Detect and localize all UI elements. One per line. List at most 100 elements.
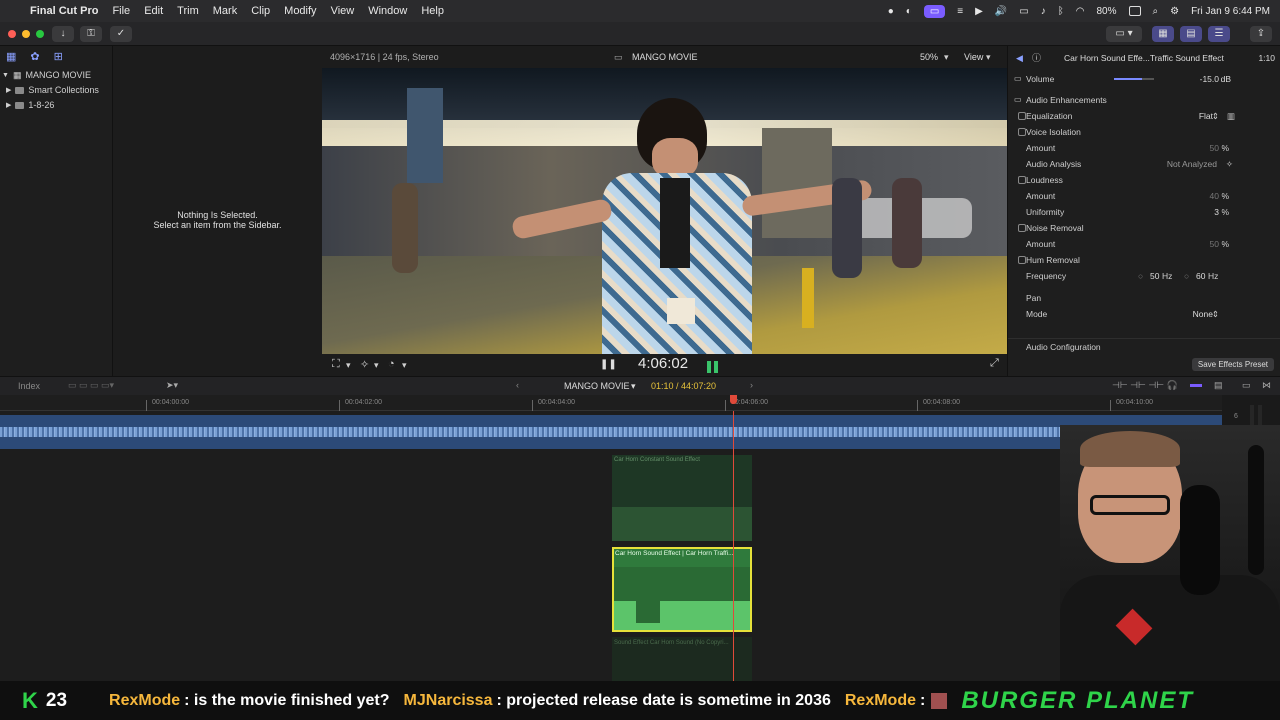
pan-header[interactable]: Pan (1008, 290, 1280, 306)
menu-trim[interactable]: Trim (177, 5, 199, 17)
disclosure-closed-icon[interactable]: ▶ (6, 98, 11, 113)
timeline-index-icon[interactable]: ▭ (1242, 380, 1251, 391)
menu-view[interactable]: View (331, 5, 355, 17)
skimming-toggle[interactable] (1190, 384, 1202, 387)
noise-amount-value[interactable]: 50 (1210, 236, 1219, 252)
loudness-checkbox[interactable] (1018, 176, 1026, 184)
display-options-button[interactable]: ▭ ▾ (1106, 26, 1142, 42)
battery-percent[interactable]: 80% (1096, 6, 1116, 17)
enhance-chevron-icon[interactable]: ▾ (374, 360, 379, 371)
pause-button[interactable]: ❚❚ (600, 359, 617, 370)
background-tasks-button[interactable]: ✓ (110, 26, 132, 42)
status-menu-icon[interactable]: ≡ (957, 6, 963, 17)
speed-chevron-icon[interactable]: ▾ (402, 360, 407, 371)
fullscreen-icon[interactable]: ⤢ (990, 357, 999, 370)
enhancements-header[interactable]: ▭ Audio Enhancements (1008, 92, 1280, 108)
browser-toggle-button[interactable]: ▦ (1152, 26, 1174, 42)
selected-audio-clip[interactable]: Car Horn Sound Effect | Car Horn Traffi.… (612, 547, 752, 632)
transform-icon[interactable]: ⛶ (332, 358, 340, 371)
freq-50-value[interactable]: 50 (1150, 268, 1159, 284)
disclosure-closed-icon[interactable]: ▶ (6, 83, 11, 98)
equalization-checkbox[interactable] (1018, 112, 1026, 120)
timeline-tools-icon[interactable]: ⊣⊢ ⊣⊢ ⊣⊢ 🎧 (1112, 380, 1178, 391)
menu-clip[interactable]: Clip (251, 5, 270, 17)
keywords-button[interactable]: ⚿ (80, 26, 102, 42)
enhance-icon[interactable]: ✧ (360, 358, 369, 371)
menu-file[interactable]: File (112, 5, 130, 17)
menu-modify[interactable]: Modify (284, 5, 316, 17)
analyze-wand-icon[interactable]: ✧ (1226, 156, 1233, 172)
primary-storyline-clip[interactable] (0, 415, 1222, 449)
loudness-amount-value[interactable]: 40 (1210, 188, 1219, 204)
project-chevron-icon[interactable]: ▾ (631, 381, 636, 392)
volume-value[interactable]: -15.0 (1200, 71, 1219, 87)
playhead-handle[interactable] (730, 395, 737, 404)
info-inspector-icon[interactable]: ⓘ (1032, 50, 1041, 66)
playhead[interactable] (733, 411, 734, 681)
libraries-icon[interactable]: ▦ (6, 50, 16, 64)
timeline-ruler[interactable]: 00:04:00:00 00:04:02:00 00:04:04:00 00:0… (0, 395, 1222, 411)
menubar-datetime[interactable]: Fri Jan 9 6:44 PM (1191, 6, 1270, 17)
zoom-window-button[interactable] (36, 30, 44, 38)
select-tool-icon[interactable]: ➤▾ (166, 380, 178, 391)
viewer-timecode[interactable]: 4:06:02 (638, 355, 688, 372)
speed-icon[interactable]: ◔ (388, 358, 395, 370)
clip-appearance-icon[interactable]: ▤ (1214, 380, 1223, 391)
menu-mark[interactable]: Mark (213, 5, 237, 17)
zoom-chevron-icon[interactable]: ▾ (944, 46, 949, 68)
noise-removal-checkbox[interactable] (1018, 224, 1026, 232)
sidebar-item-smart-collections[interactable]: ▶ Smart Collections (0, 83, 112, 98)
view-chevron-icon[interactable]: ▾ (986, 46, 991, 68)
timeline-toggle-button[interactable]: ▤ (1180, 26, 1202, 42)
search-icon[interactable]: ⌕ (1153, 6, 1159, 17)
connected-clip-faded[interactable]: Sound Effect Car Horn Sound (No Copyri..… (612, 637, 752, 681)
equalization-select[interactable]: Flat (1199, 108, 1213, 124)
inspector-toggle-button[interactable]: ☰ (1208, 26, 1230, 42)
sidebar-item-event[interactable]: ▶ 1-8-26 (0, 98, 112, 113)
status-bluetooth-icon[interactable]: ᛒ (1058, 6, 1064, 17)
status-display-icon[interactable]: ▭ (1019, 6, 1028, 17)
timeline-project-name[interactable]: MANGO MOVIE (564, 381, 630, 391)
status-screen-icon[interactable]: ▭ (923, 4, 946, 18)
disclosure-open-icon[interactable]: ▼ (2, 68, 9, 83)
transform-chevron-icon[interactable]: ▾ (346, 360, 351, 371)
audio-config-row[interactable]: Audio Configuration (1008, 338, 1280, 354)
eq-graph-icon[interactable]: ▥ (1227, 108, 1235, 124)
history-back-icon[interactable]: ‹ (516, 380, 519, 390)
minimize-window-button[interactable] (22, 30, 30, 38)
close-window-button[interactable] (8, 30, 16, 38)
status-sync-icon[interactable]: ◐ (906, 6, 912, 17)
timeline-zoom-icon[interactable]: ⋈ (1262, 380, 1271, 391)
status-volume-icon[interactable]: 🔊 (995, 6, 1007, 17)
status-play-icon[interactable]: ▶ (975, 6, 983, 17)
share-button[interactable]: ⇪ (1250, 26, 1272, 42)
photos-audio-icon[interactable]: ✿ (30, 50, 39, 64)
menu-help[interactable]: Help (421, 5, 444, 17)
status-mic-icon[interactable]: ♪ (1041, 6, 1046, 17)
uniformity-value[interactable]: 3 (1214, 204, 1219, 220)
hum-removal-checkbox[interactable] (1018, 256, 1026, 264)
menu-app-name[interactable]: Final Cut Pro (30, 5, 98, 17)
freq-60-value[interactable]: 60 (1196, 268, 1205, 284)
menu-edit[interactable]: Edit (144, 5, 163, 17)
history-forward-icon[interactable]: › (750, 380, 753, 390)
zoom-level[interactable]: 50% (920, 46, 938, 68)
audio-inspector-icon[interactable]: ◀ (1016, 50, 1023, 66)
voice-amount-value[interactable]: 50 (1210, 140, 1219, 156)
titles-generators-icon[interactable]: ⊞ (54, 50, 63, 64)
control-center-icon[interactable]: ⚙ (1170, 6, 1179, 17)
radio-icon[interactable]: ○ (1184, 268, 1189, 284)
view-menu[interactable]: View (964, 46, 983, 68)
connected-clip[interactable]: Car Horn Constant Sound Effect (612, 455, 752, 541)
index-button[interactable]: Index (18, 381, 40, 391)
video-frame[interactable] (322, 68, 1007, 354)
timeline-area[interactable]: Car Horn Constant Sound Effect Car Horn … (0, 411, 1222, 681)
import-button[interactable]: ↓ (52, 26, 74, 42)
menu-window[interactable]: Window (368, 5, 407, 17)
status-wifi-icon[interactable]: ◠ (1076, 6, 1085, 17)
battery-icon[interactable] (1128, 6, 1141, 16)
library-row[interactable]: ▼ ▦ MANGO MOVIE (0, 68, 112, 83)
edit-buttons-icon[interactable]: ▭ ▭ ▭ ▭▾ (68, 380, 114, 391)
pan-mode-select[interactable]: None (1193, 306, 1213, 322)
status-circle-icon[interactable]: ● (888, 6, 894, 17)
